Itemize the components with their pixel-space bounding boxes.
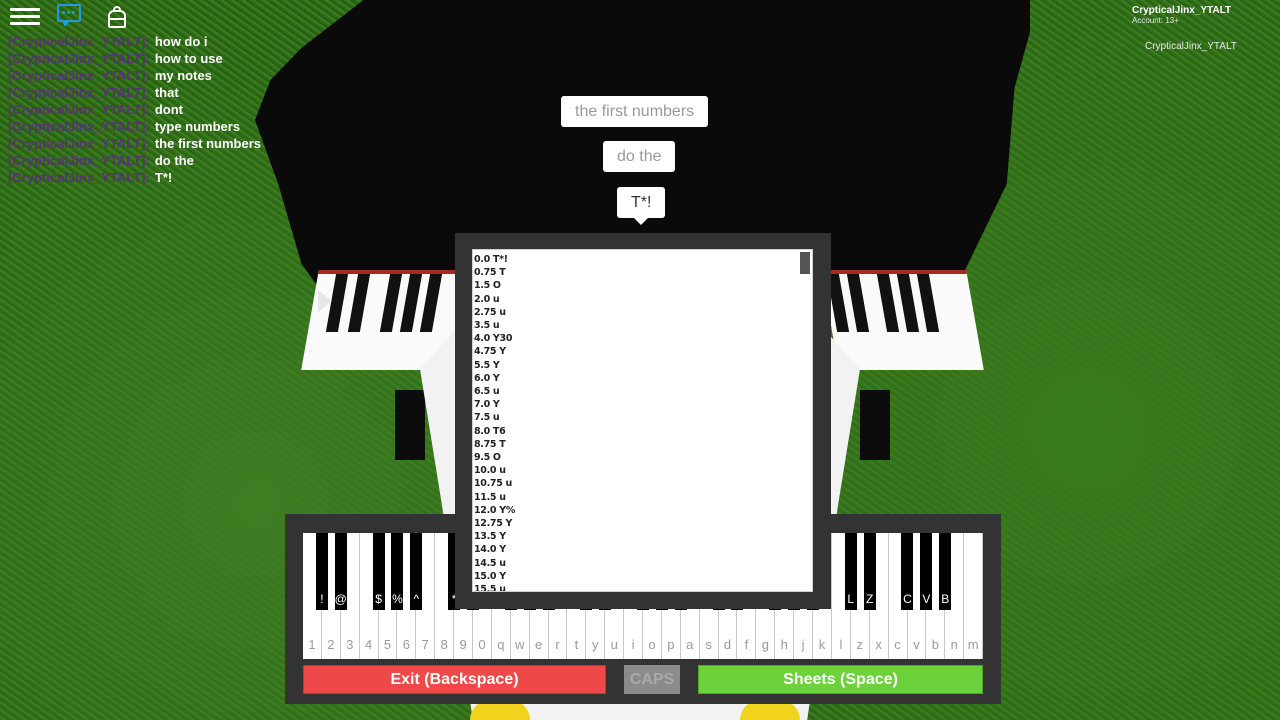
chat-bubble-icon: ••• [57, 4, 81, 22]
chat-bubble: the first numbers [561, 96, 709, 127]
chat-message: [CrypticalJinx_YTALT]: dont [8, 101, 298, 118]
black-key[interactable]: $ [372, 533, 385, 610]
backpack-icon [108, 6, 126, 28]
sheet-line: 0.0 T*! [474, 254, 508, 265]
black-key[interactable]: B [939, 533, 952, 610]
white-key[interactable]: m [964, 533, 984, 659]
account-info[interactable]: CrypticalJinx_YTALT Account: 13+ [1132, 5, 1232, 26]
chat-bubble-latest: T*! [617, 187, 666, 225]
black-key[interactable]: % [391, 533, 404, 610]
sheet-line: 10.75 u [474, 478, 513, 490]
chat-message: [CrypticalJinx_YTALT]: T*! [8, 169, 298, 186]
account-username: CrypticalJinx_YTALT [1132, 5, 1232, 16]
black-key[interactable]: V [920, 533, 933, 610]
chat-speaker[interactable]: [CrypticalJinx_YTALT]: [8, 34, 150, 49]
sheet-line: 15.5 u [474, 584, 506, 592]
account-age-label: Account: 13+ [1132, 16, 1179, 25]
sheet-line: 13.5 Y [474, 531, 506, 543]
chat-text: that [154, 85, 179, 100]
sheet-line: 7.0 Y [474, 399, 500, 411]
piano-3d-leg-left [395, 390, 425, 460]
chat-speaker[interactable]: [CrypticalJinx_YTALT]: [8, 170, 150, 185]
chat-message: [CrypticalJinx_YTALT]: that [8, 84, 298, 101]
sheet-line: 14.5 u [474, 557, 506, 569]
sheet-line: 12.0 Y% [474, 504, 516, 516]
exit-button[interactable]: Exit (Backspace) [303, 665, 606, 694]
sheets-content: 0.0 T*! 0.75 T 1.5 O 2.0 u 2.75 u 3.5 u 4.0 Y3… [474, 253, 516, 592]
mouse-cursor-icon [318, 290, 332, 312]
sheet-line: 2.0 u [474, 293, 500, 305]
sheet-line: 4.75 Y [474, 346, 506, 358]
chat-message: [CrypticalJinx_YTALT]: my notes [8, 67, 298, 84]
sheet-line: 8.75 T [474, 438, 506, 450]
hamburger-menu-icon[interactable] [10, 4, 40, 30]
black-key[interactable]: L [844, 533, 857, 610]
sheets-button[interactable]: Sheets (Space) [698, 665, 983, 694]
piano-3d-keys-left [301, 270, 469, 370]
chat-text: do the [154, 153, 194, 168]
chat-speaker[interactable]: [CrypticalJinx_YTALT]: [8, 153, 150, 168]
chat-message: [CrypticalJinx_YTALT]: do the [8, 152, 298, 169]
sheets-panel: 0.0 T*! 0.75 T 1.5 O 2.0 u 2.75 u 3.5 u 4.0 Y3… [455, 233, 831, 609]
chat-text: how do i [154, 34, 208, 49]
chat-message: [CrypticalJinx_YTALT]: how to use [8, 50, 298, 67]
chat-speaker[interactable]: [CrypticalJinx_YTALT]: [8, 102, 150, 117]
chat-message: [CrypticalJinx_YTALT]: how do i [8, 33, 298, 50]
sheet-line: 7.5 u [474, 412, 500, 424]
sheet-line: 9.5 O [474, 452, 501, 464]
chat-message: [CrypticalJinx_YTALT]: type numbers [8, 118, 298, 135]
chat-bubble: do the [603, 141, 676, 172]
chat-text: T*! [154, 170, 173, 185]
chat-text: dont [154, 102, 183, 117]
sheets-scrollbar[interactable] [800, 252, 810, 274]
chat-text: my notes [154, 68, 212, 83]
sheet-line: 8.0 T6 [474, 425, 506, 437]
sheets-textbox[interactable]: 0.0 T*! 0.75 T 1.5 O 2.0 u 2.75 u 3.5 u 4.0 Y3… [472, 249, 813, 592]
chat-text: how to use [154, 51, 223, 66]
sheet-line: 6.5 u [474, 386, 500, 398]
sheet-line: 3.5 u [474, 320, 500, 332]
chat-text: the first numbers [154, 136, 262, 151]
piano-3d-keys-right [821, 270, 984, 370]
sheet-line: 4.0 Y30 [474, 333, 513, 345]
caps-toggle-button[interactable]: CAPS [624, 665, 680, 694]
chat-toggle-button[interactable]: ••• [57, 4, 87, 30]
sheet-line: 0.75 T [474, 267, 506, 279]
chat-speaker[interactable]: [CrypticalJinx_YTALT]: [8, 85, 150, 100]
sheet-line: 2.75 u [474, 306, 506, 318]
chat-speaker[interactable]: [CrypticalJinx_YTALT]: [8, 68, 150, 83]
chat-speaker[interactable]: [CrypticalJinx_YTALT]: [8, 119, 150, 134]
black-key[interactable]: C [901, 533, 914, 610]
sheet-line: 15.0 Y [474, 570, 506, 582]
sheet-line: 1.5 O [474, 280, 501, 292]
sheet-line: 14.0 Y [474, 544, 506, 556]
sheet-line: 12.75 Y [474, 518, 513, 530]
chat-speaker[interactable]: [CrypticalJinx_YTALT]: [8, 51, 150, 66]
chat-message: [CrypticalJinx_YTALT]: the first numbers [8, 135, 298, 152]
sheet-line: 6.0 Y [474, 372, 500, 384]
black-key[interactable]: ^ [410, 533, 423, 610]
sheet-line: 11.5 u [474, 491, 506, 503]
chat-log: [CrypticalJinx_YTALT]: how do i [Cryptical… [8, 33, 298, 186]
black-key[interactable]: ! [315, 533, 328, 610]
player-list-entry[interactable]: CrypticalJinx_YTALT [1145, 41, 1237, 52]
sheet-line: 5.5 Y [474, 359, 500, 371]
chat-speaker[interactable]: [CrypticalJinx_YTALT]: [8, 136, 150, 151]
black-key[interactable]: Z [863, 533, 876, 610]
chat-text: type numbers [154, 119, 241, 134]
piano-3d-leg-right [860, 390, 890, 460]
black-key[interactable]: @ [335, 533, 347, 610]
backpack-button[interactable] [108, 4, 138, 30]
sheet-line: 10.0 u [474, 465, 506, 477]
